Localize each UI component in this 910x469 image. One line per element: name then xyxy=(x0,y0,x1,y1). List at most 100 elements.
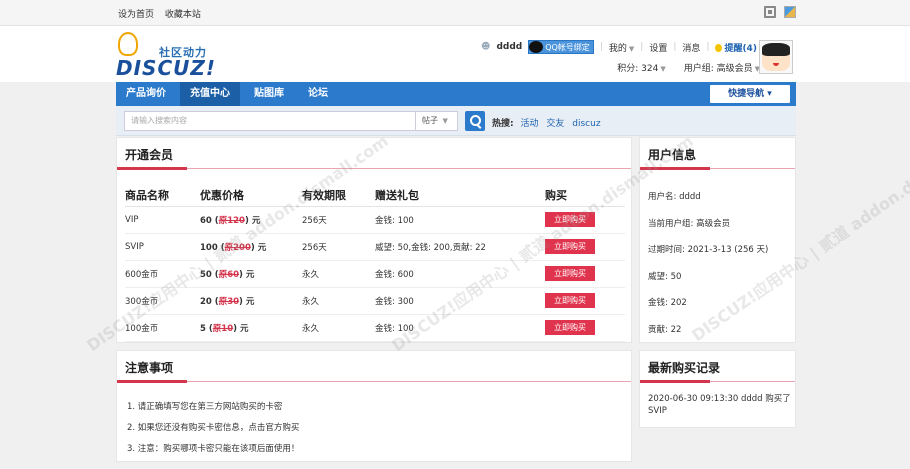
column-header: 购买 xyxy=(545,184,625,207)
buy-now-button[interactable]: 立即购买 xyxy=(545,266,595,281)
search-input[interactable]: 请输入搜索内容 xyxy=(124,111,416,131)
product-name: SVIP xyxy=(125,233,200,261)
buy-cell: 立即购买 xyxy=(545,260,625,288)
notes-panel: 注意事项 1. 请正确填写您在第三方网站购买的卡密 2. 如果您还没有购买卡密信… xyxy=(116,350,632,462)
hot-search-item[interactable]: discuz xyxy=(572,119,600,129)
original-price: 原120 xyxy=(218,215,245,226)
main-nav: 产品询价 充值中心 贴图库 论坛 快捷导航 ▾ xyxy=(116,82,796,106)
product-price: 5 (原10) 元 xyxy=(200,314,302,342)
buy-now-button[interactable]: 立即购买 xyxy=(545,212,595,227)
usergroup-label: 用户组: 高级会员 xyxy=(683,64,753,74)
price-unit: 元 xyxy=(257,242,267,253)
product-period: 256天 xyxy=(302,233,375,261)
qq-bind-label: QQ帐号绑定 xyxy=(545,42,590,52)
table-row: 600金币 50 (原60) 元 永久 金钱: 600 立即购买 xyxy=(125,260,625,288)
username-link[interactable]: dddd xyxy=(496,42,522,52)
userinfo-line: 过期时间: 2021-3-13 (256 天) xyxy=(648,245,769,255)
userinfo-line: 贡献: 22 xyxy=(648,324,682,335)
divider: | xyxy=(599,42,603,52)
table-row: 100金币 5 (原10) 元 永久 金钱: 100 立即购买 xyxy=(125,314,625,342)
site-logo[interactable]: 社区动力 DISCUZ! xyxy=(116,32,216,80)
product-name: 600金币 xyxy=(125,260,200,288)
search-bar: 请输入搜索内容 帖子 ▼ 热搜: 活动 交友 discuz xyxy=(116,106,796,136)
hot-search-item[interactable]: 活动 xyxy=(520,119,538,129)
price-unit: 元 xyxy=(251,215,261,226)
notes-title: 注意事项 xyxy=(125,361,174,375)
chevron-down-icon: ▼ xyxy=(628,44,635,53)
membership-table: 商品名称 优惠价格 有效期限 赠送礼包 购买 VIP 60 (原120) 元 2… xyxy=(125,184,625,342)
userinfo-list: 用户名: dddd 当前用户组: 高级会员 过期时间: 2021-3-13 (2… xyxy=(648,184,768,343)
buy-cell: 立即购买 xyxy=(545,233,625,261)
user-stats: 积分: 324 ▼ 用户组: 高级会员 ▼ xyxy=(617,61,760,74)
nav-item-gallery[interactable]: 贴图库 xyxy=(244,82,294,106)
price-unit: 元 xyxy=(239,323,249,334)
top-links: 设为首页 收藏本站 xyxy=(118,7,209,20)
nav-item-inquiry[interactable]: 产品询价 xyxy=(116,82,176,106)
title-underline xyxy=(117,167,631,170)
divider: | xyxy=(706,42,710,52)
search-button[interactable] xyxy=(465,111,485,131)
price-value: 50 xyxy=(200,269,212,280)
my-menu-link[interactable]: 我的 ▼ xyxy=(609,41,634,54)
lightbulb-icon xyxy=(715,43,723,52)
set-home-link[interactable]: 设为首页 xyxy=(118,10,154,20)
note-item: 3. 注意：购买哪项卡密只能在该项后面使用！ xyxy=(127,444,300,454)
table-header-row: 商品名称 优惠价格 有效期限 赠送礼包 购买 xyxy=(125,184,625,207)
membership-panel: 开通会员 商品名称 优惠价格 有效期限 赠送礼包 购买 VIP 60 (原120… xyxy=(116,137,632,343)
qq-bind-button[interactable]: QQ帐号绑定 xyxy=(528,40,594,54)
usergroup-link[interactable]: 用户组: 高级会员 ▼ xyxy=(684,61,760,74)
bookmark-link[interactable]: 收藏本站 xyxy=(165,10,201,20)
price-value: 20 xyxy=(200,296,212,307)
product-price: 60 (原120) 元 xyxy=(200,206,302,234)
product-period: 永久 xyxy=(302,287,375,315)
table-row: 300金币 20 (原30) 元 永久 金钱: 300 立即购买 xyxy=(125,287,625,315)
buy-cell: 立即购买 xyxy=(545,206,625,234)
search-type-select[interactable]: 帖子 ▼ xyxy=(416,111,458,131)
product-gift: 金钱: 100 xyxy=(375,206,545,234)
settings-link[interactable]: 设置 xyxy=(649,41,667,54)
price-value: 5 xyxy=(200,323,206,334)
logo-bubble-icon xyxy=(118,32,138,56)
price-unit: 元 xyxy=(245,296,255,307)
userinfo-panel: 用户信息 用户名: dddd 当前用户组: 高级会员 过期时间: 2021-3-… xyxy=(639,137,796,343)
title-underline xyxy=(640,380,795,383)
product-period: 256天 xyxy=(302,206,375,234)
product-gift: 金钱: 600 xyxy=(375,260,545,288)
title-underline xyxy=(117,380,631,383)
original-price: 原10 xyxy=(212,323,234,334)
buy-now-button[interactable]: 立即购买 xyxy=(545,320,595,335)
original-price: 原200 xyxy=(224,242,251,253)
chevron-down-icon: ▼ xyxy=(442,117,448,125)
quick-nav-button[interactable]: 快捷导航 ▾ xyxy=(710,85,790,103)
buy-now-button[interactable]: 立即购买 xyxy=(545,239,595,254)
top-toolbar: 设为首页 收藏本站 xyxy=(0,0,910,26)
hot-search-item[interactable]: 交友 xyxy=(546,119,564,129)
expand-icon[interactable] xyxy=(764,6,776,18)
title-underline xyxy=(640,167,795,170)
product-period: 永久 xyxy=(302,314,375,342)
notes-list: 1. 请正确填写您在第三方网站购买的卡密 2. 如果您还没有购买卡密信息，点击官… xyxy=(127,397,299,460)
product-name: 300金币 xyxy=(125,287,200,315)
window-icon[interactable] xyxy=(784,6,796,18)
divider: | xyxy=(640,42,644,52)
points-link[interactable]: 积分: 324 ▼ xyxy=(617,61,665,74)
column-header: 赠送礼包 xyxy=(375,184,545,207)
buy-now-button[interactable]: 立即购买 xyxy=(545,293,595,308)
product-name: 100金币 xyxy=(125,314,200,342)
my-menu-label: 我的 xyxy=(608,43,627,54)
original-price: 原60 xyxy=(218,269,240,280)
chevron-down-icon: ▼ xyxy=(660,65,666,73)
membership-title: 开通会员 xyxy=(125,148,174,162)
remind-link[interactable]: 提醒(4) xyxy=(715,41,757,54)
nav-item-recharge[interactable]: 充值中心 xyxy=(180,82,240,106)
hot-search-label: 热搜: xyxy=(492,119,514,129)
price-value: 100 xyxy=(200,242,218,253)
avatar[interactable] xyxy=(759,40,793,74)
nav-item-forum[interactable]: 论坛 xyxy=(298,82,338,106)
column-header: 优惠价格 xyxy=(200,184,302,207)
buy-cell: 立即购买 xyxy=(545,314,625,342)
top-right-icons xyxy=(764,6,796,18)
userinfo-line: 金钱: 202 xyxy=(648,298,687,308)
messages-link[interactable]: 消息 xyxy=(682,41,700,54)
product-gift: 威望: 50,金钱: 200,贡献: 22 xyxy=(375,233,545,261)
